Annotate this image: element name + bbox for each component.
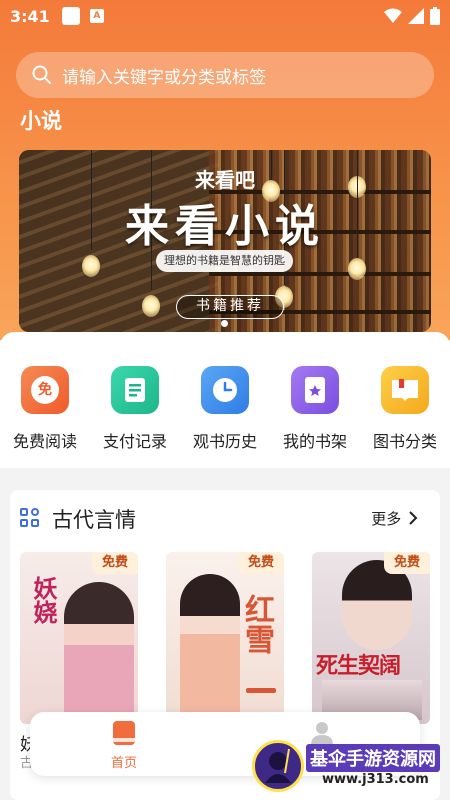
- shortcut-free-read[interactable]: 免 免费阅读: [3, 366, 87, 452]
- shortcut-category[interactable]: 图书分类: [363, 366, 447, 452]
- status-indicators: [384, 7, 440, 25]
- search-icon: [32, 65, 51, 84]
- cover-title: 妖娆: [29, 576, 58, 624]
- shortcut-history[interactable]: 观书历史: [183, 366, 267, 452]
- status-time: 3:41: [10, 6, 50, 26]
- book-cover[interactable]: 红雪 免费: [166, 552, 284, 724]
- banner-big-title: 来看小说: [125, 201, 325, 252]
- shortcut-payment-record[interactable]: 支付记录: [93, 366, 177, 452]
- category-book-icon: [381, 366, 429, 414]
- notification-a-icon: A: [89, 9, 104, 23]
- notification-square-icon: [61, 7, 80, 25]
- category-grid-icon: [20, 508, 40, 528]
- category-title: 古代言情: [52, 508, 136, 532]
- section-title: 小说: [20, 109, 62, 133]
- book-cover[interactable]: 妖娆 免费: [20, 552, 138, 724]
- wifi-icon: [384, 8, 402, 23]
- battery-icon: [430, 7, 440, 25]
- book-cover[interactable]: 死生契阔 免费: [312, 552, 430, 724]
- light-bulb-icon: [82, 255, 100, 277]
- home-book-icon: [113, 721, 135, 745]
- banner-small-title: 来看吧: [195, 168, 255, 192]
- chevron-right-icon: [409, 511, 418, 525]
- book-recommend-button[interactable]: 书籍推荐: [176, 295, 284, 319]
- status-bar: 3:41 A: [0, 0, 450, 32]
- watermark-url: www.j313.com: [322, 772, 429, 787]
- payment-record-icon: [111, 366, 159, 414]
- free-read-glyph: 免: [31, 376, 59, 404]
- shelf-divider: [209, 272, 431, 276]
- cover-title: 红雪: [239, 594, 274, 654]
- banner-tagline: 理想的书籍是智慧的钥匙: [156, 250, 293, 272]
- history-clock-icon: [201, 366, 249, 414]
- search-bar[interactable]: 请输入关键字或分类或标签: [16, 52, 434, 98]
- shortcut-label: 免费阅读: [12, 432, 77, 451]
- carousel-indicator[interactable]: [221, 320, 228, 327]
- tab-home[interactable]: 首页: [94, 720, 154, 771]
- shortcut-label: 图书分类: [372, 432, 437, 451]
- shortcut-label: 观书历史: [192, 432, 257, 451]
- free-badge: 免费: [238, 552, 284, 574]
- more-link[interactable]: 更多: [371, 508, 418, 529]
- cover-decoration: [246, 688, 276, 693]
- free-read-icon: 免: [21, 366, 69, 414]
- shortcut-bookshelf[interactable]: 我的书架: [273, 366, 357, 452]
- more-label: 更多: [371, 510, 402, 528]
- light-bulb-icon: [348, 258, 366, 280]
- watermark-logo-icon: [252, 740, 304, 792]
- shortcut-grid: 免 免费阅读 支付记录 观书历史 我的书架 图书分类: [0, 332, 450, 468]
- site-watermark: 基伞手游资源网 www.j313.com: [252, 740, 450, 796]
- shortcut-label: 我的书架: [282, 432, 347, 451]
- shortcut-label: 支付记录: [102, 432, 167, 451]
- cover-illustration: [180, 574, 240, 724]
- bookshelf-icon: [291, 366, 339, 414]
- cover-title: 死生契阔: [316, 653, 401, 679]
- search-placeholder: 请输入关键字或分类或标签: [62, 67, 266, 88]
- light-bulb-icon: [142, 295, 160, 317]
- free-badge: 免费: [384, 552, 430, 574]
- cover-illustration: [64, 582, 134, 722]
- free-badge: 免费: [92, 552, 138, 574]
- tab-label: 首页: [110, 756, 137, 771]
- promo-banner[interactable]: 来看吧 来看小说 理想的书籍是智慧的钥匙 书籍推荐: [19, 150, 431, 332]
- watermark-title: 基伞手游资源网: [306, 744, 440, 772]
- signal-icon: [408, 8, 424, 24]
